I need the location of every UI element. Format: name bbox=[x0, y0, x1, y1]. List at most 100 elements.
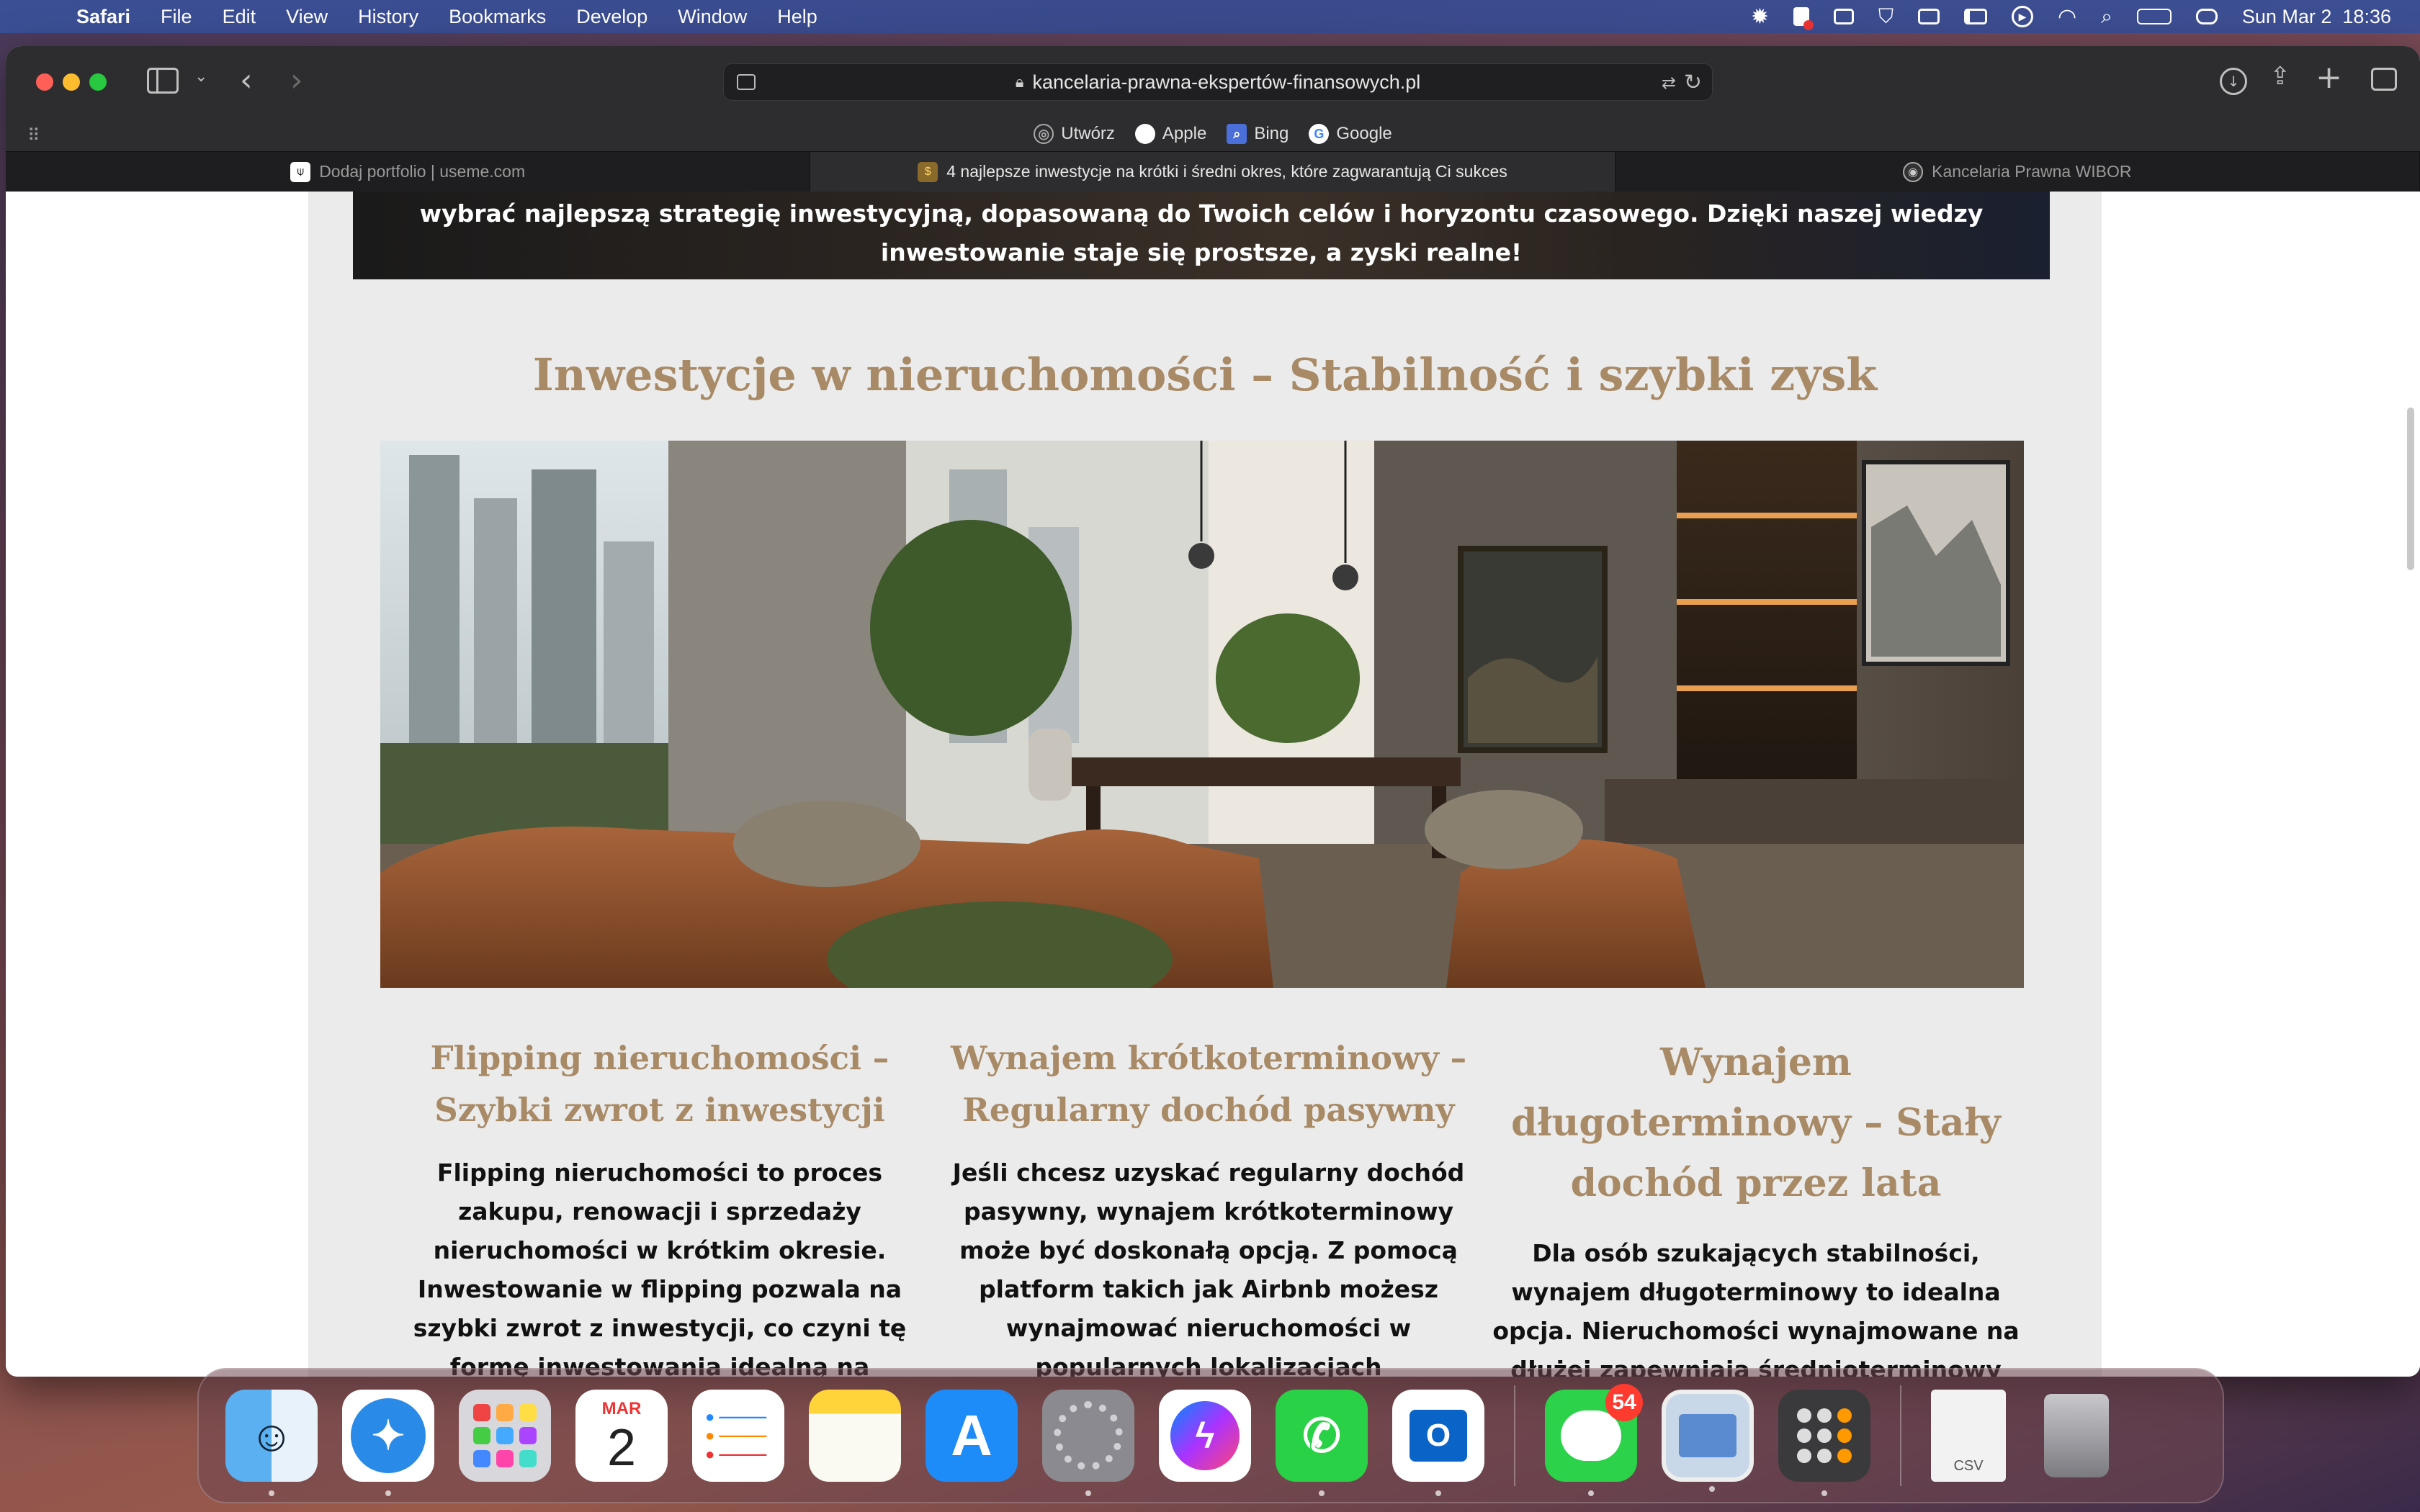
favorites-bar: ◎ Utwórz Apple ⌕ Bing G Google bbox=[6, 118, 2420, 150]
system-settings-icon[interactable] bbox=[1042, 1390, 1134, 1496]
reload-icon[interactable]: ↻ bbox=[1684, 70, 1702, 95]
finder-icon[interactable]: ☺ bbox=[225, 1390, 318, 1496]
battery-icon[interactable] bbox=[2136, 9, 2172, 24]
apple-icon bbox=[1134, 124, 1155, 144]
zoom-window-button[interactable] bbox=[89, 73, 107, 91]
menu-window[interactable]: Window bbox=[678, 6, 747, 28]
wibor-favicon-icon: ◉ bbox=[1903, 161, 1924, 182]
google-icon: G bbox=[1309, 124, 1330, 144]
safari-icon[interactable]: ✦ bbox=[342, 1390, 434, 1496]
dock: ☺ ✦ MAR 2 ● ——— ● ——— ● ——— A ϟ ✆ O 54 C… bbox=[197, 1368, 2224, 1503]
calendar-icon[interactable]: MAR 2 bbox=[575, 1390, 668, 1482]
favorite-utworz[interactable]: ◎ Utwórz bbox=[1034, 124, 1115, 144]
tab-label: Kancelaria Prawna WIBOR bbox=[1932, 162, 2132, 181]
trash-icon[interactable] bbox=[2030, 1390, 2123, 1482]
menu-bookmarks[interactable]: Bookmarks bbox=[449, 6, 546, 28]
menu-app-safari[interactable]: Safari bbox=[76, 6, 130, 28]
useme-favicon-icon: ⍦ bbox=[290, 161, 311, 182]
tab-useme[interactable]: ⍦ Dodaj portfolio | useme.com bbox=[6, 152, 811, 192]
app-status-icon[interactable] bbox=[1793, 7, 1814, 30]
favorite-label: Google bbox=[1336, 124, 1392, 143]
chevron-down-icon[interactable]: ⌄ bbox=[194, 68, 207, 86]
globe-icon: ◎ bbox=[1034, 124, 1054, 144]
reminders-icon[interactable]: ● ——— ● ——— ● ——— bbox=[692, 1390, 784, 1482]
dock-separator bbox=[1900, 1385, 1901, 1486]
tab-bar: ⍦ Dodaj portfolio | useme.com $ 4 najlep… bbox=[6, 151, 2420, 192]
search-icon[interactable]: ⌕ bbox=[2101, 5, 2112, 29]
preview-icon[interactable] bbox=[1662, 1390, 1754, 1492]
calendar-day: 2 bbox=[606, 1419, 637, 1477]
play-icon[interactable]: ▶ bbox=[2011, 6, 2033, 27]
banner-text: wybrać najlepszą strategię inwestycyjną,… bbox=[419, 199, 1984, 266]
forward-arrow-icon[interactable]: › bbox=[290, 62, 303, 99]
page-viewport: wybrać najlepszą strategię inwestycyjną,… bbox=[6, 192, 2420, 1377]
notes-icon[interactable] bbox=[809, 1390, 901, 1482]
wifi-icon[interactable]: ◠ bbox=[2058, 4, 2076, 30]
bing-icon: ⌕ bbox=[1227, 124, 1247, 144]
dock-separator bbox=[1514, 1385, 1515, 1486]
tab-overview-icon[interactable] bbox=[2371, 68, 2397, 91]
menu-file[interactable]: File bbox=[161, 6, 192, 28]
favorite-label: Bing bbox=[1254, 124, 1289, 143]
column-short-rental-title: Wynajem krótkoterminowy – Regularny doch… bbox=[950, 1039, 1467, 1129]
page-menu-icon[interactable] bbox=[737, 74, 756, 90]
column-long-rental-title: Wynajem długoterminowy – Stały dochód pr… bbox=[1511, 1040, 2001, 1205]
brightness-icon[interactable]: ✹ bbox=[1751, 4, 1769, 30]
tab-label: Dodaj portfolio | useme.com bbox=[319, 162, 526, 181]
column-short-rental-body: Jeśli chcesz uzyskać regularny dochód pa… bbox=[952, 1158, 1465, 1377]
column-long-rental-body: Dla osób szukających stabilności, wynaje… bbox=[1492, 1239, 2020, 1377]
status-area: ✹ ⛉ ▶ ◠ ⌕ Sun Mar 2 18:36 bbox=[1726, 0, 2391, 33]
menu-edit[interactable]: Edit bbox=[223, 6, 256, 28]
close-window-button[interactable] bbox=[36, 73, 53, 91]
outlook-icon[interactable]: O bbox=[1392, 1390, 1484, 1496]
section-title: Inwestycje w nieruchomości – Stabilność … bbox=[532, 348, 1878, 401]
url-text[interactable]: kancelaria-prawna-ekspertów-finansowych.… bbox=[1032, 71, 1420, 94]
messenger-icon[interactable]: ϟ bbox=[1159, 1390, 1251, 1482]
money-favicon-icon: $ bbox=[918, 161, 938, 182]
favorite-apple[interactable]: Apple bbox=[1134, 124, 1207, 144]
launchpad-icon[interactable] bbox=[459, 1390, 551, 1482]
new-tab-icon[interactable]: + bbox=[2316, 59, 2342, 96]
column-flipping-title: Flipping nieruchomości – Szybki zwrot z … bbox=[430, 1039, 889, 1129]
share-icon[interactable]: ⇪ bbox=[2270, 62, 2291, 91]
calculator-icon[interactable] bbox=[1778, 1390, 1870, 1496]
sidebar-toggle-icon[interactable] bbox=[147, 68, 179, 94]
keyboard-icon[interactable] bbox=[1833, 9, 1854, 24]
interior-photo bbox=[380, 441, 2024, 988]
browser-toolbar: ⌄ ‹ › 🔒︎ kancelaria-prawna-ekspertów-fin… bbox=[6, 46, 2420, 151]
display-icon[interactable] bbox=[1917, 9, 1940, 24]
shield-status-icon[interactable]: ⛉ bbox=[1878, 5, 1894, 29]
tab-wibor[interactable]: ◉ Kancelaria Prawna WIBOR bbox=[1615, 152, 2420, 192]
menu-help[interactable]: Help bbox=[777, 6, 817, 28]
back-arrow-icon[interactable]: ‹ bbox=[240, 62, 253, 99]
csv-label: CSV bbox=[1953, 1458, 1984, 1474]
lock-icon: 🔒︎ bbox=[1015, 73, 1024, 91]
control-center-icon[interactable] bbox=[2195, 9, 2218, 24]
favorite-bing[interactable]: ⌕ Bing bbox=[1227, 124, 1289, 144]
menu-view[interactable]: View bbox=[286, 6, 328, 28]
scrollbar[interactable] bbox=[2407, 408, 2414, 570]
calendar-month: MAR bbox=[601, 1399, 642, 1418]
column-flipping-body: Flipping nieruchomości to proces zakupu,… bbox=[413, 1158, 907, 1377]
interior-illustration bbox=[380, 441, 2024, 988]
tab-label: 4 najlepsze inwestycje na krótki i średn… bbox=[946, 162, 1507, 181]
menu-bar: Safari File Edit View History Bookmarks … bbox=[0, 0, 2420, 33]
safari-window: ⌄ ‹ › 🔒︎ kancelaria-prawna-ekspertów-fin… bbox=[6, 46, 2420, 1377]
minimize-window-button[interactable] bbox=[63, 73, 80, 91]
messages-icon[interactable]: 54 bbox=[1545, 1384, 1643, 1496]
csv-file-icon[interactable]: CSV bbox=[1931, 1390, 2006, 1482]
intro-banner: wybrać najlepszą strategię inwestycyjną,… bbox=[353, 192, 2050, 279]
clock[interactable]: Sun Mar 2 18:36 bbox=[2242, 6, 2391, 28]
menu-history[interactable]: History bbox=[358, 6, 418, 28]
whatsapp-icon[interactable]: ✆ bbox=[1276, 1390, 1368, 1496]
app-store-icon[interactable]: A bbox=[926, 1390, 1018, 1482]
menu-develop[interactable]: Develop bbox=[576, 6, 647, 28]
favorite-label: Apple bbox=[1162, 124, 1207, 143]
download-icon[interactable]: ↓ bbox=[2220, 68, 2247, 95]
favorite-google[interactable]: G Google bbox=[1309, 124, 1392, 144]
tab-inwestycje[interactable]: $ 4 najlepsze inwestycje na krótki i śre… bbox=[810, 152, 1615, 192]
messages-badge: 54 bbox=[1605, 1384, 1643, 1421]
address-bar[interactable]: 🔒︎ kancelaria-prawna-ekspertów-finansowy… bbox=[723, 63, 1713, 101]
translate-icon[interactable]: ⇄ bbox=[1662, 73, 1676, 94]
layout-icon[interactable] bbox=[1963, 9, 1987, 24]
